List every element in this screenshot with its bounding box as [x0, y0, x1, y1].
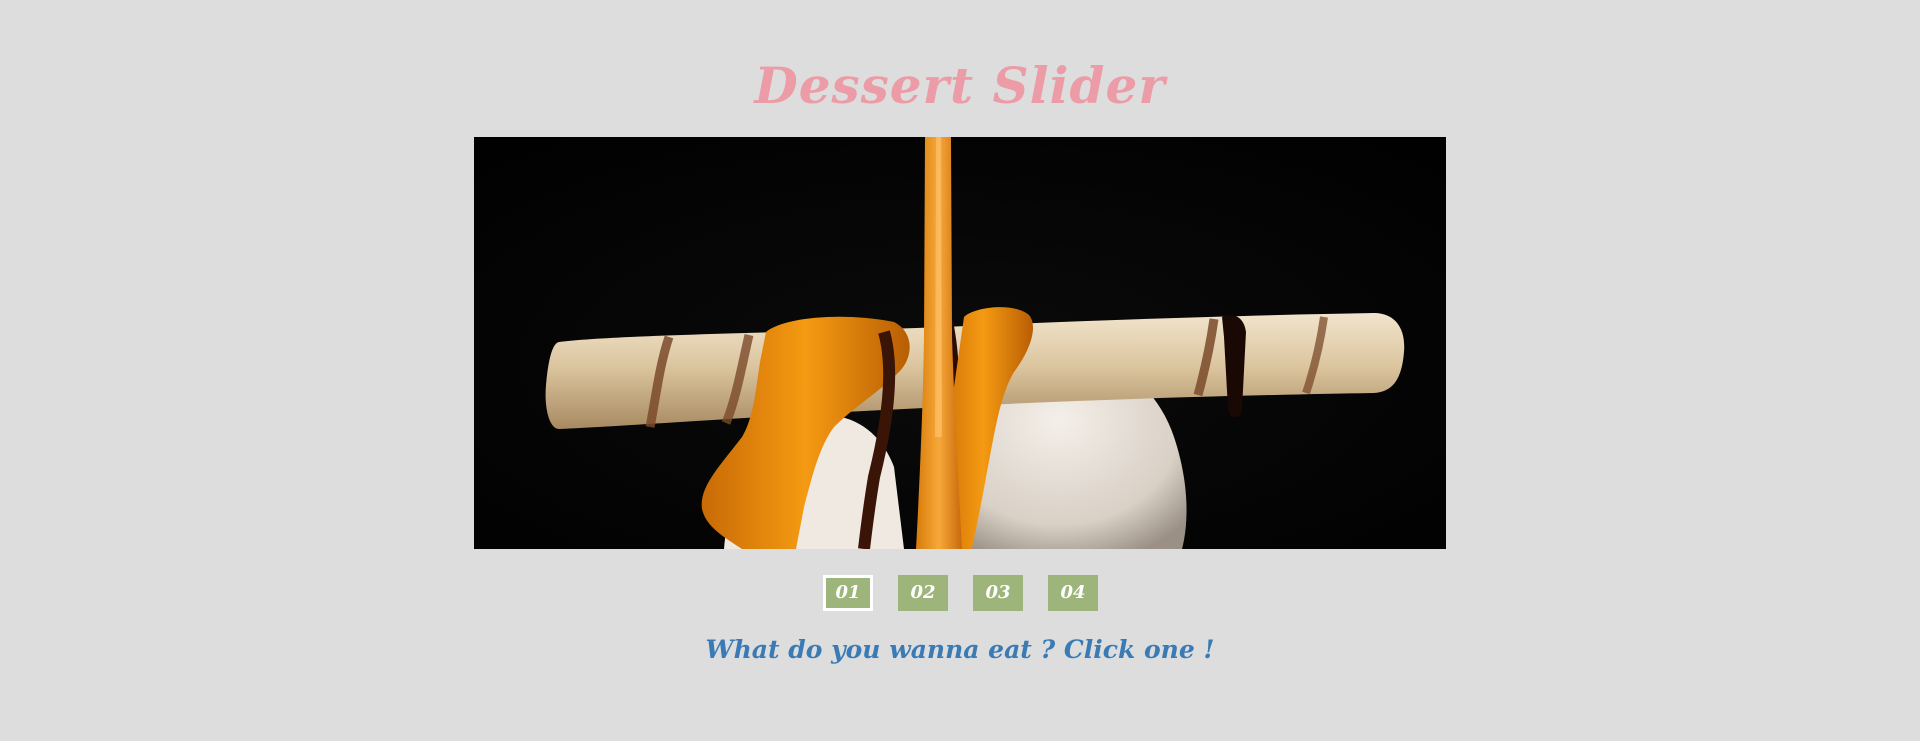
slider-pager: 01 02 03 04 — [0, 575, 1920, 611]
pager-button-03[interactable]: 03 — [973, 575, 1023, 611]
pager-button-01[interactable]: 01 — [823, 575, 873, 611]
slide-image — [474, 137, 1446, 549]
pager-button-02[interactable]: 02 — [898, 575, 948, 611]
pager-button-04[interactable]: 04 — [1048, 575, 1098, 611]
slider-caption: What do you wanna eat ? Click one ! — [705, 635, 1215, 664]
dessert-photo — [474, 137, 1446, 549]
page-title: Dessert Slider — [754, 56, 1166, 115]
page: Dessert Slider 01 02 03 04 What do you w… — [0, 0, 1920, 741]
